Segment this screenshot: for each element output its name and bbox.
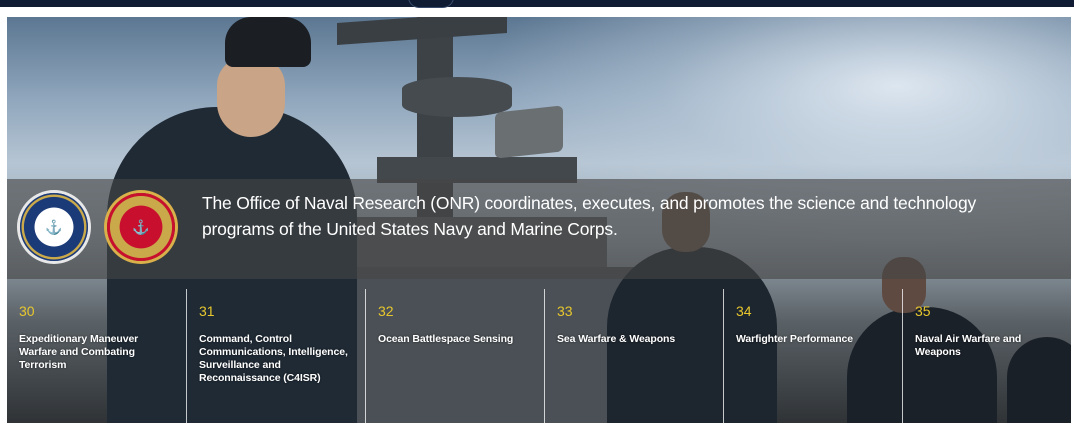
- department-title: Warfighter Performance: [736, 333, 854, 345]
- globe-anchor-icon: ⚓: [130, 216, 152, 238]
- department-link-33[interactable]: 33 Sea Warfare & Weapons: [544, 289, 723, 423]
- department-title: Naval Air Warfare and Weapons: [915, 333, 1022, 358]
- top-nav-bar: [0, 0, 1074, 8]
- department-link-31[interactable]: 31 Command, Control Communications, Inte…: [186, 289, 365, 423]
- department-number: 34: [736, 303, 752, 319]
- department-number: 35: [915, 303, 931, 319]
- department-link-32[interactable]: 32 Ocean Battlespace Sensing: [365, 289, 544, 423]
- department-of-the-navy-seal: ⚓: [20, 193, 88, 261]
- department-number: 31: [199, 303, 215, 319]
- department-title: Command, Control Communications, Intelli…: [199, 333, 348, 384]
- eagle-icon: ⚓: [45, 219, 63, 235]
- department-title: Sea Warfare & Weapons: [557, 333, 676, 345]
- marine-corps-seal: ⚓: [107, 193, 175, 261]
- department-number: 30: [19, 303, 35, 319]
- radar-dish: [495, 105, 563, 159]
- nav-notch: [408, 0, 454, 8]
- department-number: 33: [557, 303, 573, 319]
- department-number: 32: [378, 303, 394, 319]
- onr-mission-statement: The Office of Naval Research (ONR) coord…: [202, 193, 977, 239]
- hero-image: ⚓ ⚓ The Office of Naval Research (ONR) c…: [7, 17, 1071, 423]
- department-link-30[interactable]: 30 Expeditionary Maneuver Warfare and Co…: [7, 289, 186, 423]
- department-title: Expeditionary Maneuver Warfare and Comba…: [19, 333, 139, 371]
- department-title: Ocean Battlespace Sensing: [378, 333, 514, 345]
- department-links: 30 Expeditionary Maneuver Warfare and Co…: [7, 289, 1071, 423]
- department-link-34[interactable]: 34 Warfighter Performance: [723, 289, 902, 423]
- department-link-35[interactable]: 35 Naval Air Warfare and Weapons: [902, 289, 1071, 423]
